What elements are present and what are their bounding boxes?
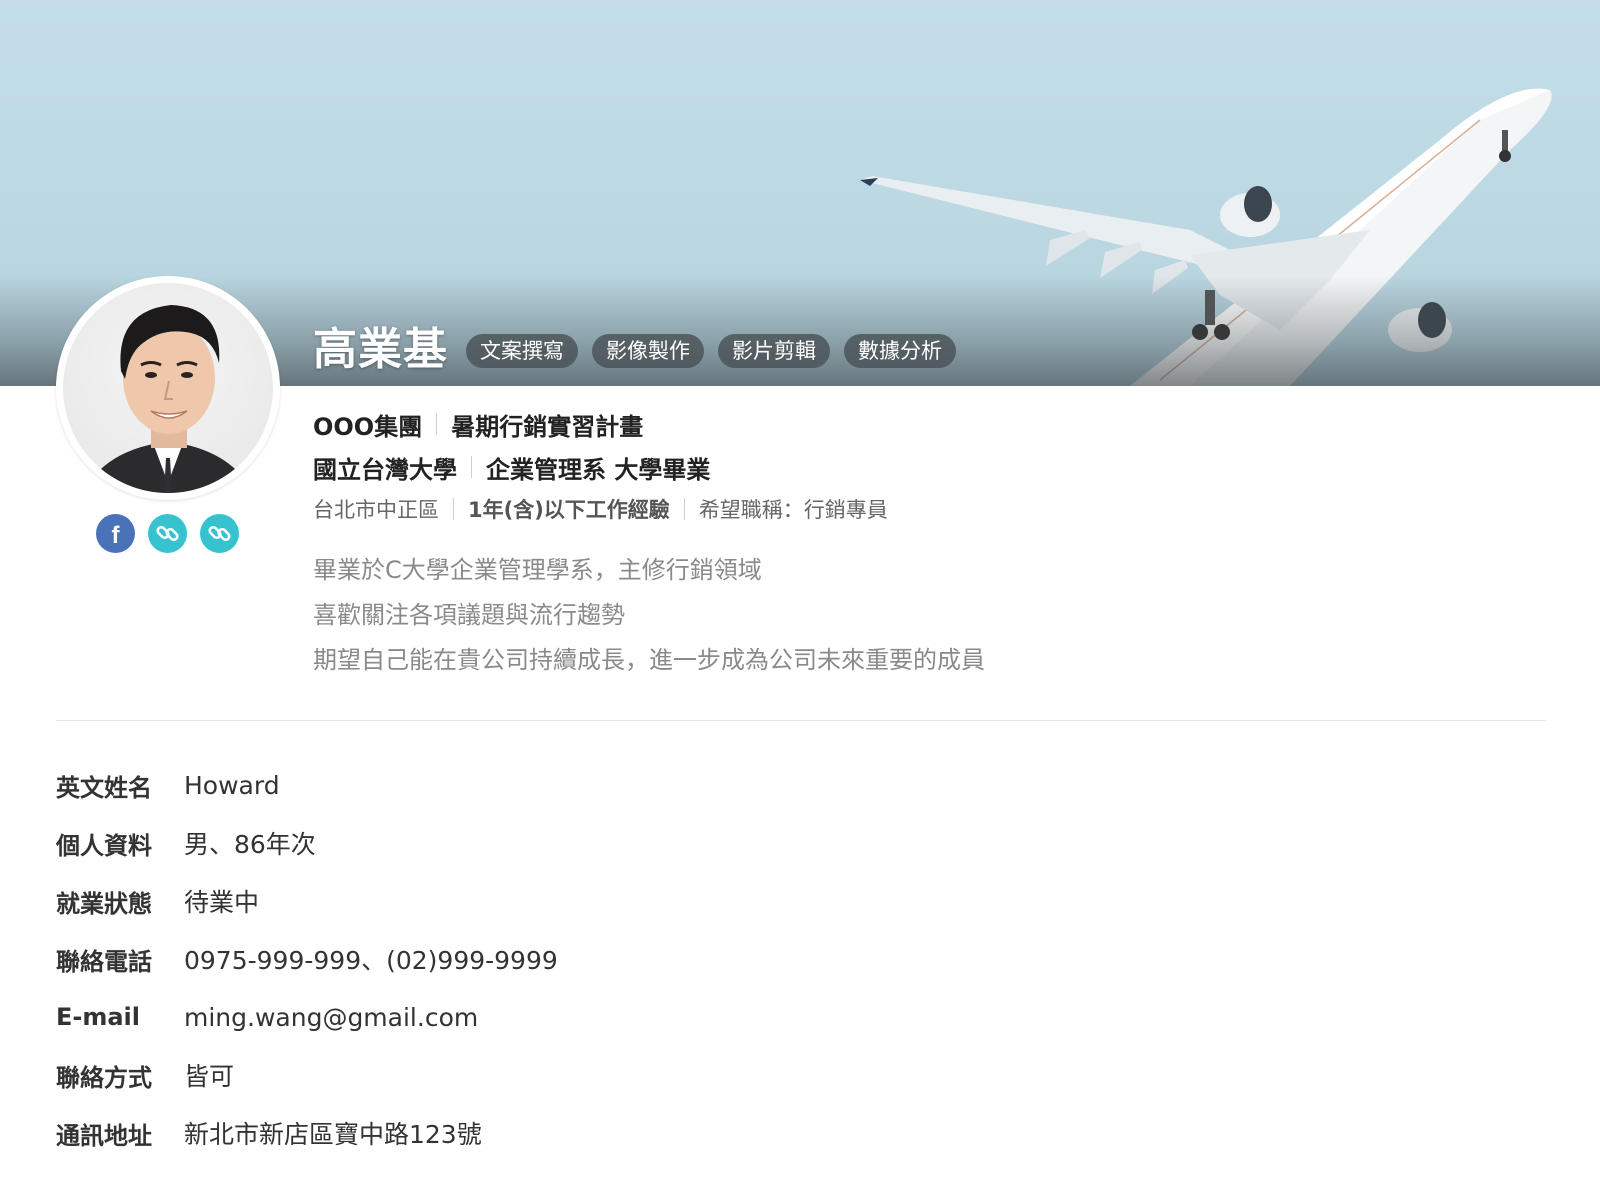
detail-value: 待業中 (184, 888, 260, 917)
skill-tag: 影像製作 (592, 334, 704, 368)
detail-value: 男、86年次 (184, 830, 316, 859)
detail-label: 就業狀態 (56, 889, 152, 918)
detail-label: 聯絡方式 (56, 1063, 152, 1092)
bio-line: 喜歡關注各項議題與流行趨勢 (313, 601, 625, 629)
degree: 企業管理系 大學畢業 (486, 455, 711, 484)
detail-label: 聯絡電話 (56, 947, 152, 976)
detail-row-english-name: 英文姓名 Howard (56, 756, 558, 814)
link-icon (208, 525, 231, 542)
bio-line: 畢業於C大學企業管理學系，主修行銷領域 (313, 556, 762, 584)
link-icon (156, 525, 179, 542)
avatar (56, 276, 280, 500)
detail-row-contact-method: 聯絡方式 皆可 (56, 1046, 558, 1104)
detail-row-phone: 聯絡電話 0975-999-999、(02)999-9999 (56, 930, 558, 988)
school-name: 國立台灣大學 (313, 455, 457, 484)
skill-tag: 影片剪輯 (718, 334, 830, 368)
profile-photo (83, 305, 253, 493)
location: 台北市中正區 (313, 498, 439, 522)
divider (453, 498, 454, 520)
facebook-button[interactable]: f (96, 514, 135, 553)
detail-value: Howard (184, 770, 280, 800)
program-name: 暑期行銷實習計畫 (451, 412, 644, 441)
personal-details: 英文姓名 Howard 個人資料 男、86年次 就業狀態 待業中 聯絡電話 09… (56, 756, 558, 1162)
divider (683, 498, 685, 520)
desired-title: 希望職稱：行銷專員 (698, 498, 888, 522)
skill-tag: 文案撰寫 (466, 334, 578, 368)
bio-line: 期望自己能在貴公司持續成長，進一步成為公司未來重要的成員 (313, 646, 985, 674)
detail-value: 新北市新店區寶中路123號 (184, 1120, 482, 1149)
bio: 畢業於C大學企業管理學系，主修行銷領域 喜歡關注各項議題與流行趨勢 期望自己能在… (313, 548, 985, 683)
divider (471, 456, 472, 478)
detail-row-personal-info: 個人資料 男、86年次 (56, 814, 558, 872)
detail-value: ming.wang@gmail.com (184, 1002, 479, 1032)
detail-value: 0975-999-999、(02)999-9999 (184, 946, 558, 975)
facebook-icon: f (112, 522, 121, 549)
profile-summary: OOO集團 暑期行銷實習計畫 國立台灣大學 企業管理系 大學畢業 台北市中正區 … (313, 404, 888, 528)
detail-label: 英文姓名 (56, 773, 152, 802)
detail-row-email: E-mail ming.wang@gmail.com (56, 988, 558, 1046)
current-position: OOO集團 暑期行銷實習計畫 (313, 404, 888, 444)
detail-row-employment-status: 就業狀態 待業中 (56, 872, 558, 930)
resume-profile-page: 高業基 文案撰寫 影像製作 影片剪輯 數據分析 f OOO集團 暑期行銷實習計畫… (0, 0, 1600, 1200)
svg-text:f: f (112, 522, 121, 549)
company-name: OOO集團 (313, 412, 423, 441)
education: 國立台灣大學 企業管理系 大學畢業 (313, 446, 888, 488)
detail-row-address: 通訊地址 新北市新店區寶中路123號 (56, 1104, 558, 1162)
detail-label: E-mail (56, 1003, 141, 1031)
experience: 1年(含)以下工作經驗 (468, 498, 670, 522)
detail-label: 個人資料 (56, 831, 152, 860)
meta-info: 台北市中正區 1年(含)以下工作經驗 希望職稱：行銷專員 (313, 490, 888, 528)
skill-tag: 數據分析 (844, 334, 956, 368)
detail-label: 通訊地址 (56, 1121, 152, 1150)
section-divider (56, 720, 1546, 721)
divider (436, 413, 438, 435)
skill-tags: 文案撰寫 影像製作 影片剪輯 數據分析 (466, 334, 956, 368)
link-button[interactable] (148, 514, 187, 553)
detail-value: 皆可 (184, 1062, 235, 1091)
social-links: f (96, 514, 239, 553)
candidate-name: 高業基 (313, 324, 448, 375)
link-button[interactable] (200, 514, 239, 553)
